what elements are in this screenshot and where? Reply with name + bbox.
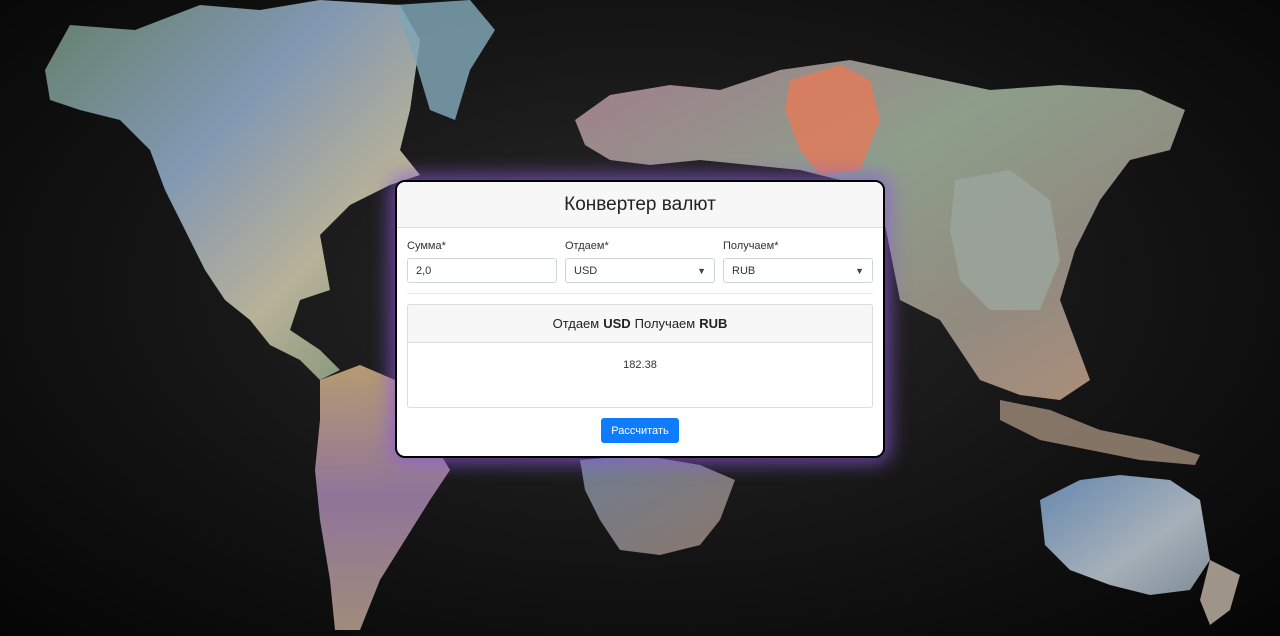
currency-converter-card: Конвертер валют Сумма* 2,0 Отдаем* USD ▼… [395, 180, 885, 458]
converter-title: Конвертер валют [397, 182, 883, 228]
amount-value: 2,0 [416, 264, 432, 277]
result-give-label: Отдаем [552, 316, 600, 331]
result-value: 182.38 [623, 359, 657, 371]
chevron-down-icon: ▼ [697, 265, 706, 276]
from-currency-label: Отдаем* [565, 240, 609, 252]
to-currency-label: Получаем* [723, 240, 779, 252]
converter-form: Сумма* 2,0 Отдаем* USD ▼ Получаем* RUB ▼ [397, 228, 883, 283]
button-row: Рассчитать [397, 418, 883, 443]
result-get-currency: RUB [699, 316, 728, 331]
from-currency-group: Отдаем* USD ▼ [565, 240, 715, 283]
amount-group: Сумма* 2,0 [407, 240, 557, 283]
result-header: Отдаем USD Получаем RUB [408, 305, 872, 343]
result-give-currency: USD [603, 316, 631, 331]
from-currency-value: USD [574, 264, 598, 277]
divider [407, 293, 873, 294]
chevron-down-icon: ▼ [855, 265, 864, 276]
to-currency-group: Получаем* RUB ▼ [723, 240, 873, 283]
result-get-label: Получаем [634, 316, 696, 331]
from-currency-select[interactable]: USD ▼ [565, 258, 715, 283]
to-currency-value: RUB [732, 264, 756, 277]
to-currency-select[interactable]: RUB ▼ [723, 258, 873, 283]
result-panel: Отдаем USD Получаем RUB 182.38 [407, 304, 873, 408]
amount-label: Сумма* [407, 240, 446, 252]
calculate-button[interactable]: Рассчитать [601, 418, 679, 443]
amount-input[interactable]: 2,0 [407, 258, 557, 283]
